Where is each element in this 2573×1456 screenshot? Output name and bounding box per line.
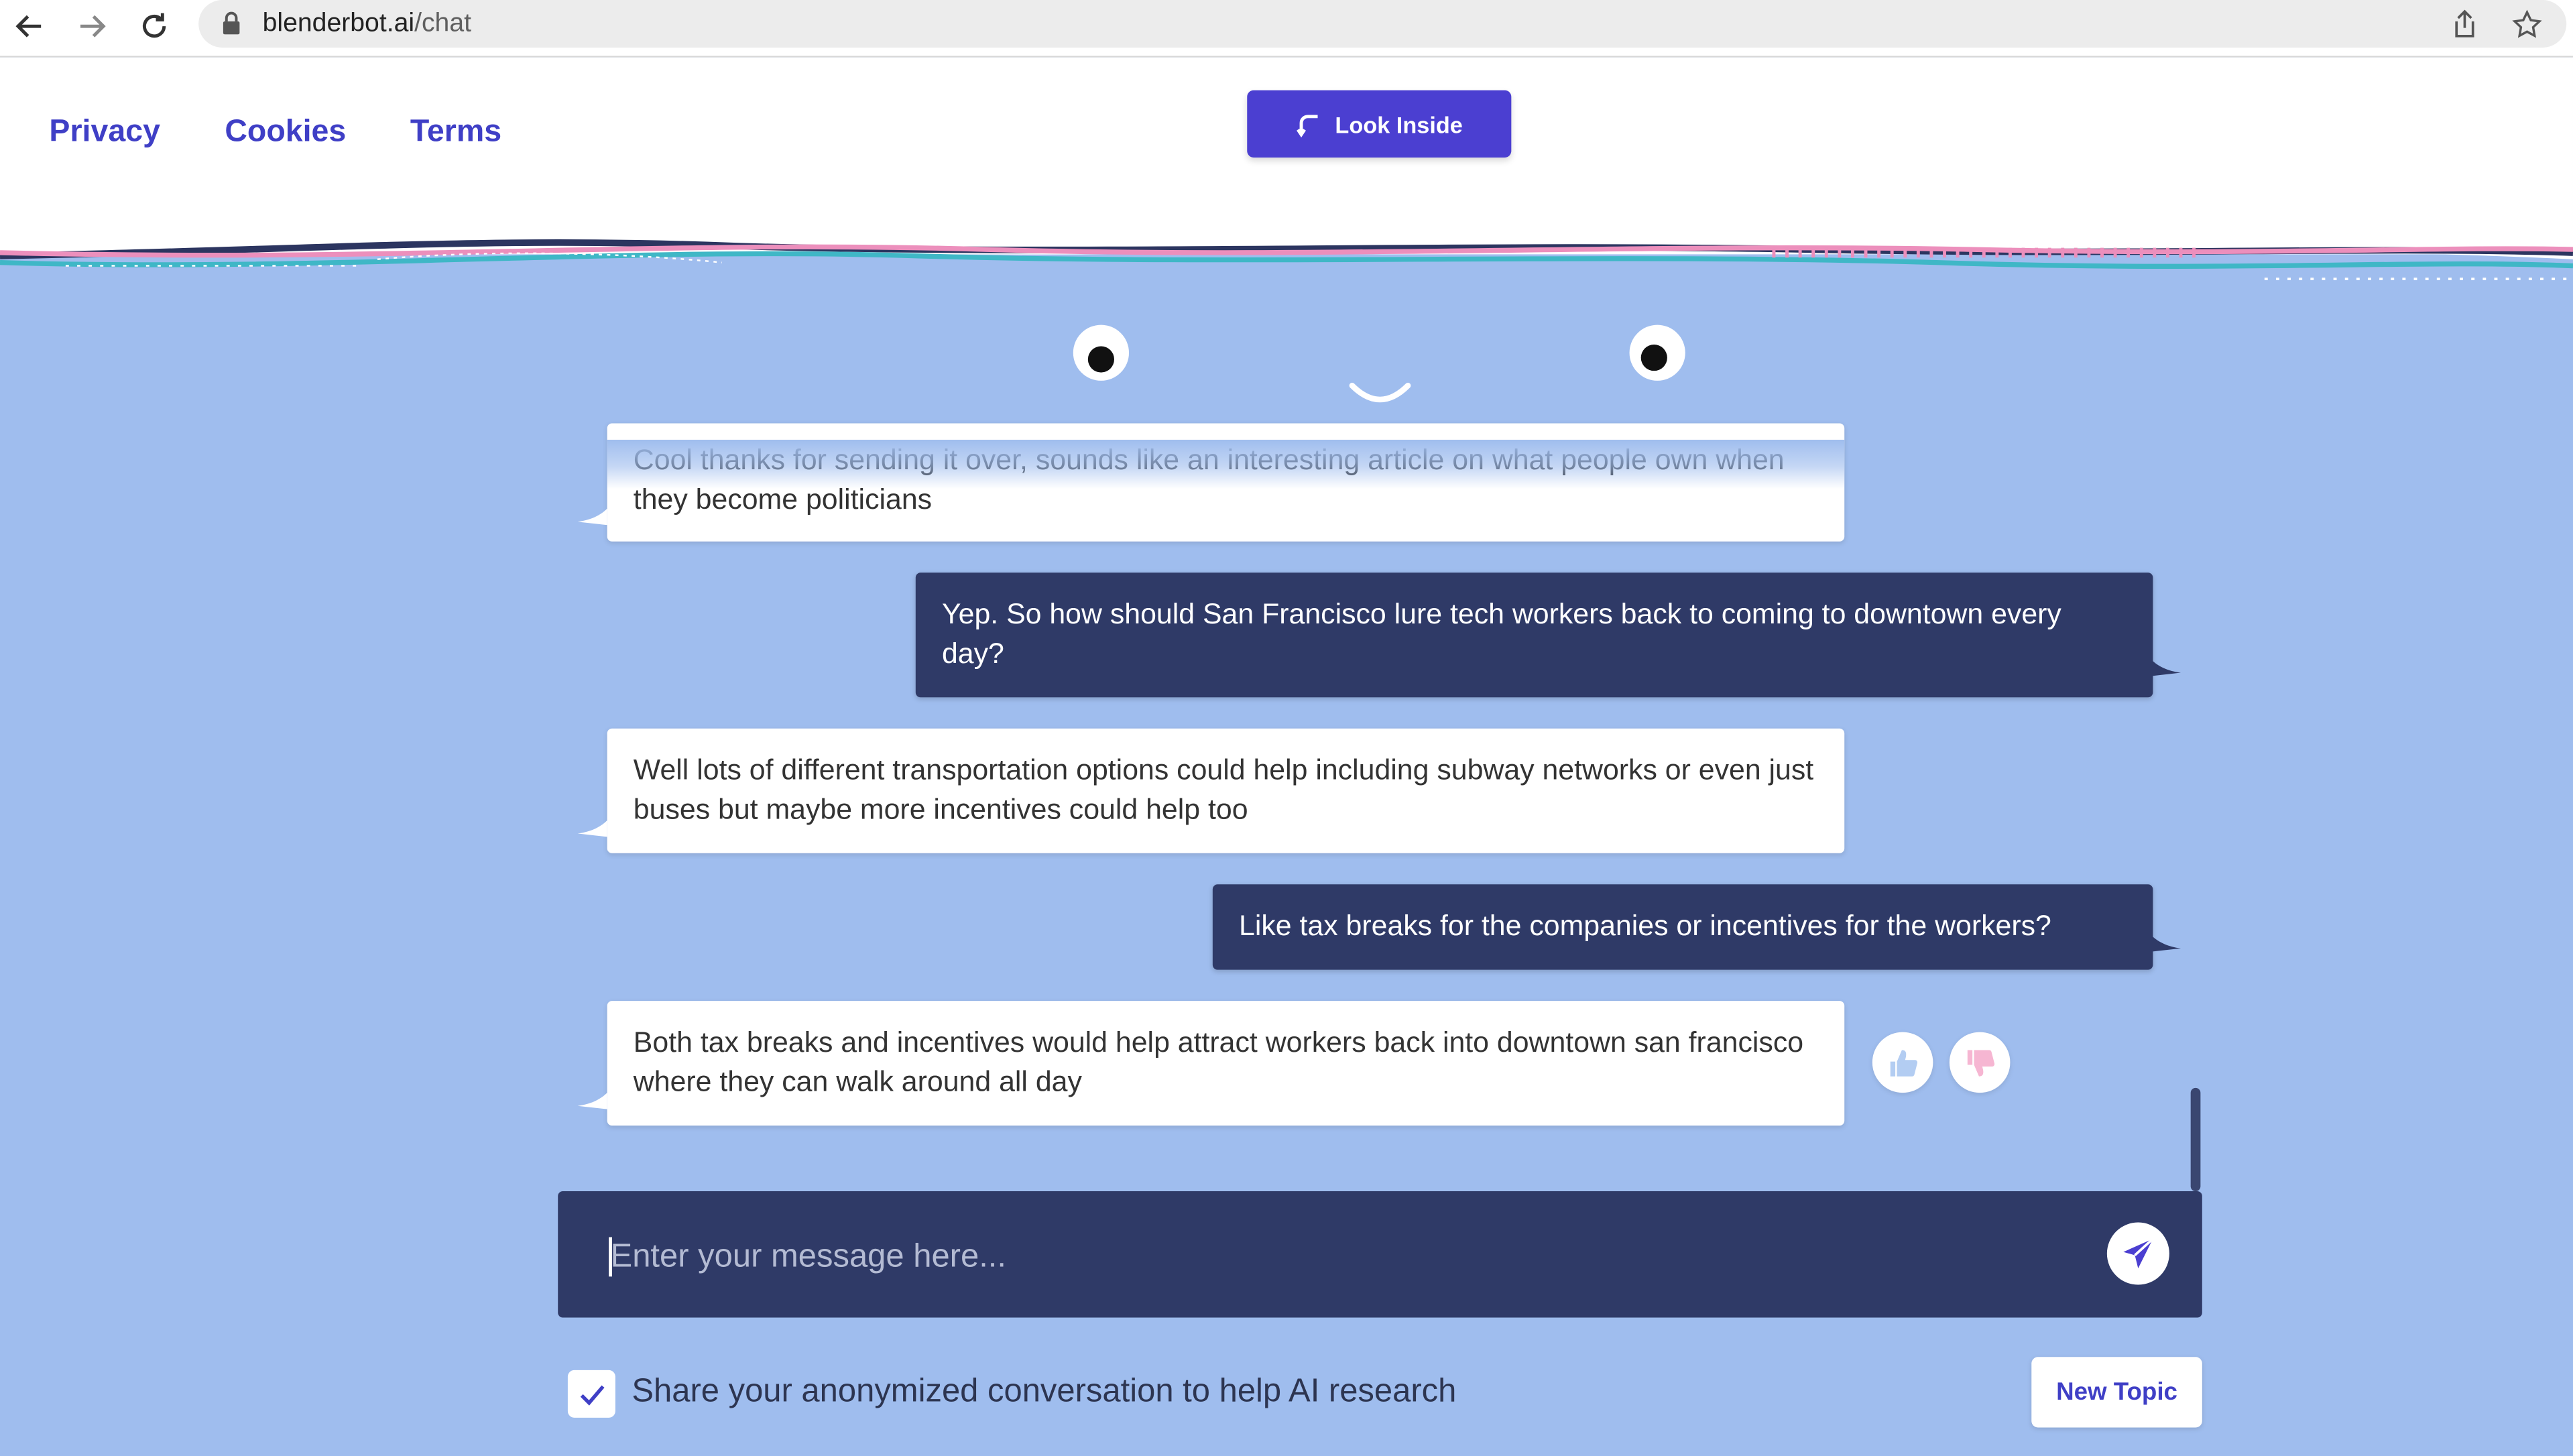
bot-message: Well lots of different transportation op… xyxy=(607,728,1845,853)
smile-mouth xyxy=(1349,382,1411,403)
lock-icon xyxy=(221,11,241,43)
look-inside-button[interactable]: Look Inside xyxy=(1247,90,1512,158)
bubble-tail xyxy=(577,1093,607,1109)
message-text: Like tax breaks for the companies or inc… xyxy=(1239,909,2051,942)
url-domain: blenderbot.ai xyxy=(262,9,415,38)
url-path: /chat xyxy=(414,9,471,38)
terms-link[interactable]: Terms xyxy=(410,115,501,151)
right-pupil xyxy=(1640,345,1667,371)
thumbs-down-icon xyxy=(1966,1049,1994,1076)
message-text: Both tax breaks and incentives would hel… xyxy=(633,1025,1804,1098)
bubble-tail xyxy=(2151,659,2181,676)
chat-scrollbar[interactable] xyxy=(2190,1087,2201,1192)
reload-icon[interactable] xyxy=(133,5,176,48)
user-message: Yep. So how should San Francisco lure te… xyxy=(915,572,2153,698)
thumbs-down-button[interactable] xyxy=(1949,1032,2011,1093)
left-eye xyxy=(1073,324,1130,381)
star-icon[interactable] xyxy=(2509,7,2546,43)
right-eye xyxy=(1629,324,1685,381)
send-icon xyxy=(2123,1237,2154,1269)
forward-arrow-icon[interactable] xyxy=(70,5,113,48)
return-arrow-icon xyxy=(1296,114,1317,137)
left-pupil xyxy=(1087,346,1114,373)
text-caret xyxy=(609,1237,612,1277)
look-inside-label: Look Inside xyxy=(1335,111,1463,137)
message-input[interactable] xyxy=(607,1223,2091,1290)
checkmark-icon xyxy=(579,1384,604,1405)
bubble-tail xyxy=(577,508,607,526)
back-arrow-icon[interactable] xyxy=(8,5,51,48)
user-message: Like tax breaks for the companies or inc… xyxy=(1212,884,2153,970)
wave-divider xyxy=(0,229,2573,280)
bubble-tail xyxy=(577,820,607,837)
thumbs-up-icon xyxy=(1889,1049,1917,1076)
share-checkbox[interactable] xyxy=(567,1370,615,1418)
cookies-link[interactable]: Cookies xyxy=(225,115,346,151)
address-bar[interactable]: blenderbot.ai/chat xyxy=(198,0,2567,48)
message-composer xyxy=(558,1191,2202,1318)
browser-toolbar: blenderbot.ai/chat xyxy=(0,0,2573,58)
thumbs-up-button[interactable] xyxy=(1872,1032,1933,1093)
bubble-tail xyxy=(2151,935,2181,952)
privacy-link[interactable]: Privacy xyxy=(49,115,160,151)
share-icon[interactable] xyxy=(2447,7,2483,43)
new-topic-button[interactable]: New Topic xyxy=(2031,1357,2202,1428)
scroll-fade xyxy=(607,439,1845,489)
send-button[interactable] xyxy=(2106,1222,2169,1285)
share-label: Share your anonymized conversation to he… xyxy=(632,1373,1457,1410)
message-text: Yep. So how should San Francisco lure te… xyxy=(941,597,2061,670)
bot-message: Both tax breaks and incentives would hel… xyxy=(607,1001,1845,1126)
message-text: Well lots of different transportation op… xyxy=(633,753,1814,826)
url-text: blenderbot.ai/chat xyxy=(263,10,471,40)
